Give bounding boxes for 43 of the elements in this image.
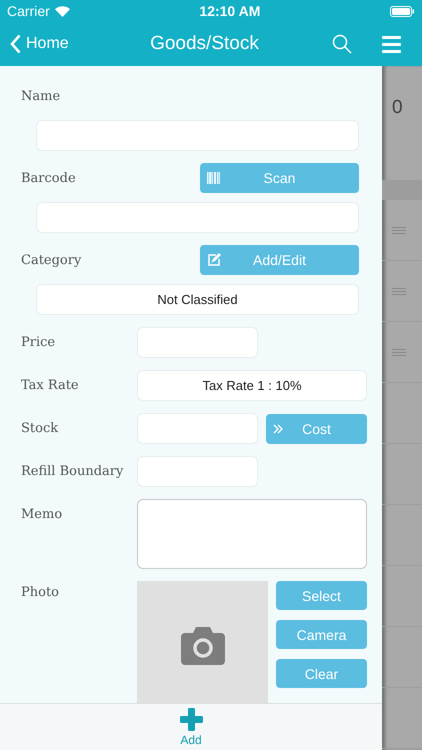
drag-handle-icon xyxy=(392,226,406,234)
back-button[interactable]: Home xyxy=(10,34,69,54)
action-button[interactable]: Scan xyxy=(200,163,359,193)
action-button[interactable]: Cost xyxy=(266,414,367,444)
search-icon[interactable] xyxy=(332,34,352,54)
barcode-icon xyxy=(207,172,221,184)
field-label: Category xyxy=(21,252,82,268)
field-label: Price xyxy=(21,335,56,350)
nav-title: Goods/Stock xyxy=(150,33,259,55)
back-chevron-icon xyxy=(10,34,21,54)
partial-text: 0 xyxy=(392,97,403,119)
photo-placeholder[interactable] xyxy=(137,581,268,703)
status-time: 12:10 AM xyxy=(199,3,260,19)
select-field[interactable]: Tax Rate 1 : 10% xyxy=(137,370,367,401)
add-label[interactable]: Add xyxy=(180,732,202,746)
edit-icon xyxy=(207,253,221,267)
field-label: Refill Boundary xyxy=(21,464,124,479)
field-label: Tax Rate xyxy=(21,378,80,393)
menu-icon[interactable] xyxy=(382,36,401,52)
select-field[interactable]: Not Classified xyxy=(36,284,359,315)
input-field[interactable] xyxy=(36,120,359,151)
carrier-label: Carrier xyxy=(7,3,50,19)
input-field[interactable] xyxy=(137,456,258,487)
wifi-icon xyxy=(54,6,70,16)
drag-handle-icon xyxy=(392,348,406,356)
input-field[interactable] xyxy=(36,202,359,233)
memo-field[interactable] xyxy=(137,499,367,569)
field-label: Photo xyxy=(21,585,59,600)
double-chevron-icon xyxy=(273,424,283,434)
field-label: Stock xyxy=(21,421,60,436)
field-label: Name xyxy=(21,88,60,104)
drag-handle-icon xyxy=(392,288,406,294)
field-label: Memo xyxy=(21,507,62,522)
photo-button[interactable]: Select xyxy=(276,581,367,610)
photo-button[interactable]: Camera xyxy=(276,620,367,649)
action-button[interactable]: Add/Edit xyxy=(200,245,359,275)
camera-icon xyxy=(180,627,224,665)
input-field[interactable] xyxy=(137,327,258,358)
input-field[interactable] xyxy=(137,413,258,444)
battery-icon xyxy=(390,6,415,16)
plus-icon[interactable] xyxy=(180,708,202,730)
photo-button[interactable]: Clear xyxy=(276,659,367,688)
field-label: Barcode xyxy=(21,170,76,186)
